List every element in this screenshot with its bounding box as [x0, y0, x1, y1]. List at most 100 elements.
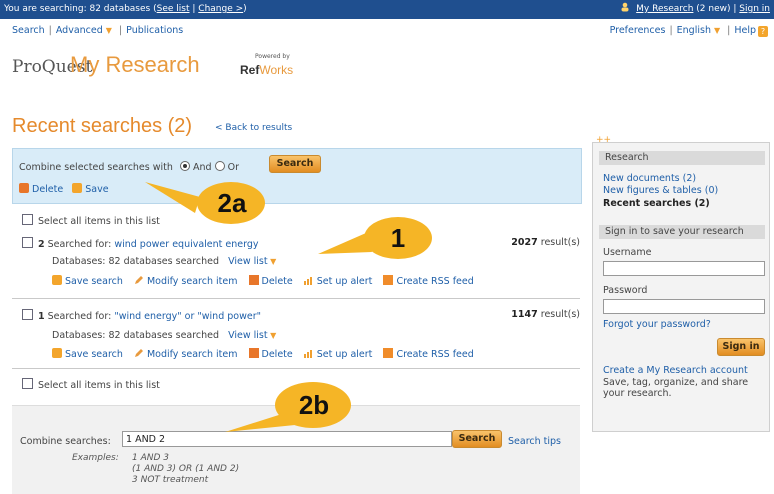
- save-icon[interactable]: [52, 348, 62, 358]
- or-label: Or: [227, 162, 239, 173]
- page-title: Recent searches (2): [12, 115, 193, 137]
- databases-line: Databases: 82 databases searched View li…: [52, 256, 277, 267]
- search-query-link[interactable]: "wind energy" or "wind power": [114, 311, 261, 322]
- back-to-results-link[interactable]: < Back to results: [215, 123, 292, 133]
- examples-label: Examples:: [72, 453, 119, 463]
- powered-by-label: Powered by: [255, 53, 290, 60]
- main-nav: Search | Advanced ▼ | Publications: [12, 25, 184, 36]
- example-item: 1 AND 3: [132, 453, 169, 463]
- delete-icon[interactable]: [248, 348, 259, 358]
- preferences-link[interactable]: Preferences: [610, 25, 666, 36]
- search-item-checkbox[interactable]: [22, 237, 33, 248]
- search-item-checkbox[interactable]: [22, 309, 33, 320]
- new-documents-link[interactable]: New documents (2): [603, 173, 696, 184]
- search-query-link[interactable]: wind power equivalent energy: [114, 239, 258, 250]
- create-rss-button[interactable]: Create RSS feed: [396, 349, 473, 360]
- view-list-link[interactable]: View list: [228, 330, 268, 341]
- save-search-button[interactable]: Save search: [65, 349, 123, 360]
- sign-in-link[interactable]: Sign in: [739, 4, 770, 14]
- nav-search[interactable]: Search: [12, 25, 45, 36]
- recent-searches-current: Recent searches (2): [603, 198, 710, 209]
- rss-icon[interactable]: [383, 275, 394, 285]
- sign-in-button[interactable]: Sign in: [717, 338, 765, 356]
- save-selected-button[interactable]: Save: [85, 184, 108, 195]
- user-icon: [621, 2, 629, 12]
- bulk-actions: Delete Save: [19, 183, 109, 195]
- username-label: Username: [603, 247, 652, 258]
- rss-icon[interactable]: [383, 348, 394, 358]
- divider: [12, 298, 580, 299]
- select-all-checkbox[interactable]: [22, 214, 33, 225]
- delete-button[interactable]: Delete: [262, 276, 293, 287]
- or-radio[interactable]: [214, 161, 225, 171]
- username-field[interactable]: [603, 261, 765, 276]
- create-rss-button[interactable]: Create RSS feed: [396, 276, 473, 287]
- select-all-label: Select all items in this list: [38, 380, 160, 391]
- chevron-down-icon[interactable]: ▼: [714, 26, 720, 35]
- search-item-row: 2 Searched for: wind power equivalent en…: [22, 237, 259, 250]
- search-tips-link[interactable]: Search tips: [508, 436, 561, 447]
- delete-selected-button[interactable]: Delete: [32, 184, 63, 195]
- chevron-down-icon[interactable]: ▼: [106, 26, 112, 35]
- see-list-link[interactable]: See list: [157, 4, 190, 14]
- language-select[interactable]: English: [677, 25, 711, 36]
- select-all-checkbox[interactable]: [22, 378, 33, 389]
- delete-icon[interactable]: [19, 183, 29, 193]
- callout-1-pointer: [318, 233, 372, 254]
- help-link[interactable]: Help: [734, 25, 756, 36]
- refworks-logo: RefWorks: [240, 63, 294, 77]
- and-label: And: [192, 162, 212, 173]
- example-item: (1 AND 3) OR (1 AND 2): [132, 464, 240, 474]
- nav-advanced[interactable]: Advanced: [56, 25, 103, 36]
- research-header: Research: [599, 151, 765, 165]
- chevron-down-icon[interactable]: ▼: [268, 257, 276, 266]
- alert-icon[interactable]: [303, 275, 314, 285]
- item-actions: Save search Modify search item Delete Se…: [52, 348, 482, 360]
- change-link[interactable]: Change >: [198, 4, 243, 14]
- forgot-password-link[interactable]: Forgot your password?: [603, 319, 711, 330]
- create-account-link[interactable]: Create a My Research account: [603, 365, 748, 376]
- search-number: 1: [38, 311, 45, 322]
- delete-button[interactable]: Delete: [262, 349, 293, 360]
- and-radio[interactable]: [179, 161, 190, 171]
- select-all-label: Select all items in this list: [38, 216, 160, 227]
- new-figures-link[interactable]: New figures & tables (0): [603, 185, 718, 196]
- user-area: My Research (2 new) | Sign in: [620, 0, 770, 19]
- view-list-link[interactable]: View list: [228, 256, 268, 267]
- examples: Examples: 1 AND 3 (1 AND 3) OR (1 AND 2)…: [72, 453, 239, 485]
- pencil-icon[interactable]: [134, 348, 144, 358]
- save-icon[interactable]: [72, 183, 83, 193]
- modify-search-button[interactable]: Modify search item: [147, 349, 238, 360]
- nav-publications[interactable]: Publications: [126, 25, 183, 36]
- help-icon[interactable]: ?: [758, 26, 768, 37]
- result-count: 1147 result(s): [511, 309, 580, 320]
- combine-searches-input[interactable]: [122, 431, 452, 447]
- examples-list: 1 AND 3 (1 AND 3) OR (1 AND 2) 3 NOT tre…: [132, 453, 239, 486]
- alert-icon[interactable]: [303, 348, 314, 358]
- save-search-button[interactable]: Save search: [65, 276, 123, 287]
- preferences-nav: Preferences | English ▼ | Help?: [610, 25, 768, 37]
- pencil-icon[interactable]: [134, 275, 144, 285]
- top-bar: You are searching: 82 databases (See lis…: [0, 0, 774, 19]
- combine-searches-button[interactable]: Search: [452, 430, 502, 448]
- combine-search-button[interactable]: Search: [269, 155, 321, 173]
- create-account-description: Save, tag, organize, and share your rese…: [603, 377, 749, 399]
- search-item-row: 1 Searched for: "wind energy" or "wind p…: [22, 309, 261, 322]
- password-label: Password: [603, 285, 648, 296]
- save-icon[interactable]: [52, 275, 62, 285]
- modify-search-button[interactable]: Modify search item: [147, 276, 238, 287]
- item-actions: Save search Modify search item Delete Se…: [52, 275, 482, 287]
- databases-line: Databases: 82 databases searched View li…: [52, 330, 277, 341]
- sign-in-header: Sign in to save your research: [599, 225, 765, 239]
- chevron-down-icon[interactable]: ▼: [268, 331, 276, 340]
- searching-text: You are searching: 82 databases: [4, 4, 151, 14]
- password-field[interactable]: [603, 299, 765, 314]
- callout-2a-label: 2a: [217, 188, 247, 218]
- my-research-title: My Research: [70, 52, 200, 77]
- my-research-link[interactable]: My Research: [636, 4, 693, 14]
- set-up-alert-button[interactable]: Set up alert: [317, 349, 373, 360]
- set-up-alert-button[interactable]: Set up alert: [317, 276, 373, 287]
- expand-icon[interactable]: ++: [596, 135, 611, 145]
- delete-icon[interactable]: [248, 275, 259, 285]
- select-all-bottom: Select all items in this list: [22, 378, 160, 391]
